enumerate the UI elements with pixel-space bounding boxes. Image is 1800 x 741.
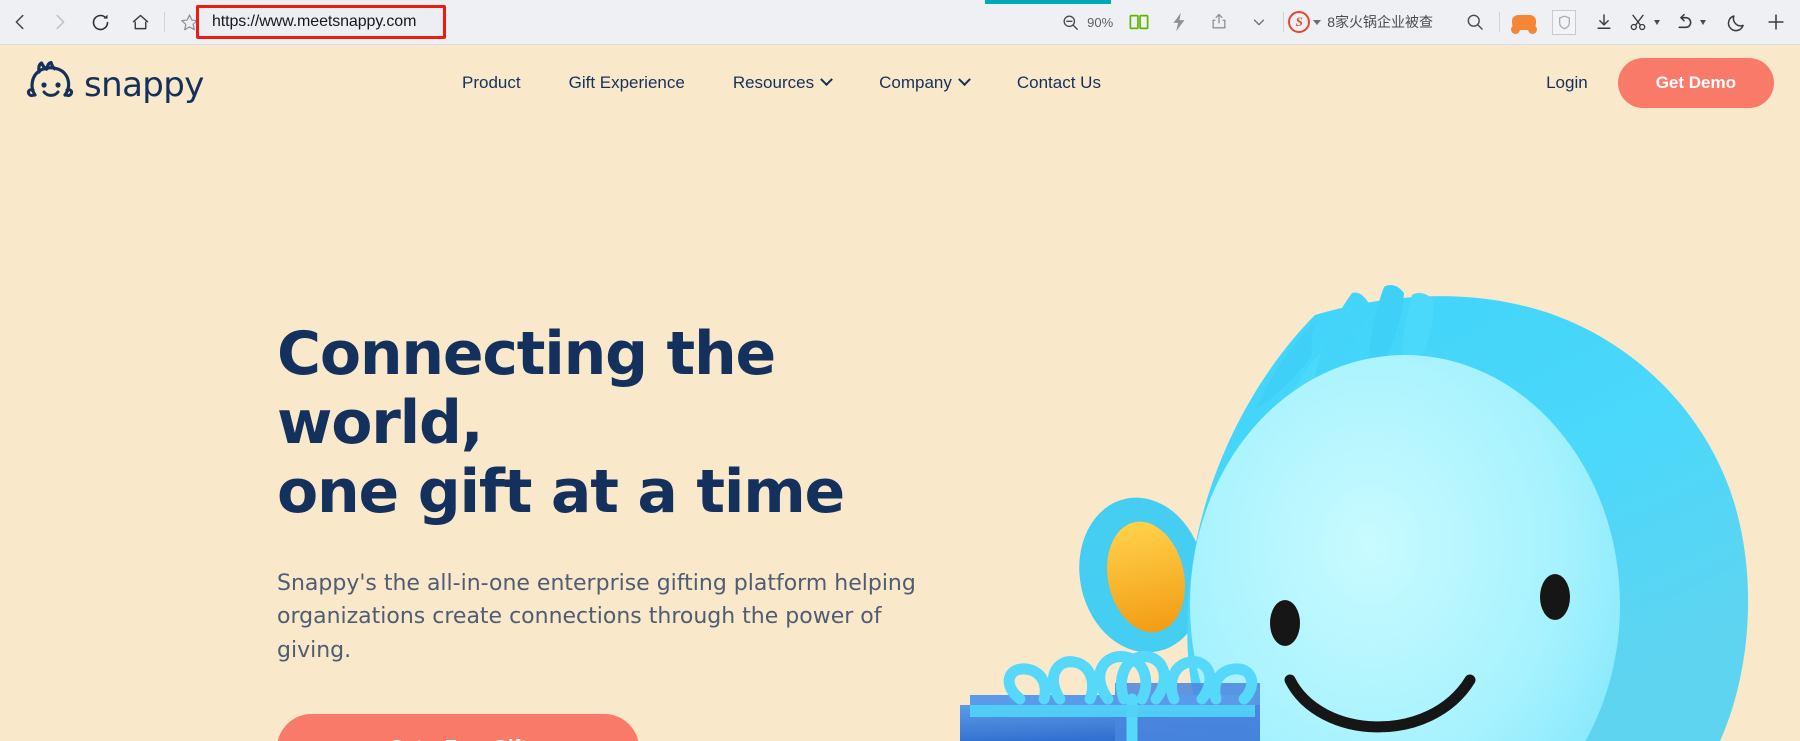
nav-link-gift-experience-label: Gift Experience (568, 72, 685, 92)
nav-link-company-label: Company (879, 72, 952, 92)
nav-link-product[interactable]: Product (462, 73, 521, 93)
undo-arrow-icon[interactable] (1670, 2, 1698, 42)
sogou-logo-icon: S (1288, 11, 1311, 33)
browser-navigation-buttons (0, 0, 209, 44)
hero-title-line-1: Connecting the world, (277, 319, 776, 458)
undo-dropdown-caret-icon[interactable] (1700, 19, 1706, 25)
scissors-icon[interactable] (1624, 2, 1652, 42)
home-icon[interactable] (120, 2, 160, 42)
site-navigation-bar: snappy Product Gift Experience Resources… (0, 45, 1800, 120)
get-a-free-gift-button[interactable]: Get a Free Gift (277, 714, 639, 741)
nav-link-resources-label: Resources (732, 72, 815, 92)
share-icon[interactable] (1199, 2, 1239, 42)
moon-night-mode-icon[interactable] (1716, 2, 1756, 42)
snappy-logo[interactable]: snappy (26, 60, 204, 108)
nav-link-resources[interactable]: Resources (732, 72, 833, 93)
zoom-control[interactable]: 90% (1057, 9, 1113, 35)
toolbar-divider-3 (1499, 12, 1500, 32)
news-headline-text[interactable]: 8家火锅企业被查 (1327, 12, 1433, 32)
reader-mode-book-icon[interactable] (1119, 2, 1159, 42)
hero-subtitle: Snappy's the all-in-one enterprise gifti… (277, 571, 916, 663)
snappy-wordmark: snappy (84, 64, 204, 105)
webpage-content: snappy Product Gift Experience Resources… (0, 45, 1800, 741)
gamepad-icon[interactable] (1504, 2, 1544, 42)
forward-arrow-icon (40, 2, 80, 42)
chevron-down-icon (957, 73, 971, 87)
address-bar-container[interactable]: https://www.meetsnappy.com (196, 5, 446, 39)
hero-copy-block: Connecting the world, one gift at a time… (277, 320, 977, 741)
sogou-dropdown-caret-icon[interactable] (1313, 19, 1322, 25)
snappy-monster-face-logo (26, 60, 76, 108)
address-bar[interactable]: https://www.meetsnappy.com (199, 8, 443, 36)
nav-link-contact-us[interactable]: Contact Us (1017, 73, 1101, 93)
hero-title-line-2: one gift at a time (277, 457, 845, 527)
download-icon[interactable] (1584, 2, 1624, 42)
lightning-bolt-icon[interactable] (1159, 2, 1199, 42)
nav-link-gift-experience[interactable]: Gift Experience (569, 73, 685, 93)
address-bar-url-text: https://www.meetsnappy.com (212, 13, 417, 30)
back-arrow-icon[interactable] (0, 2, 40, 42)
site-nav-actions: Login Get Demo (1546, 45, 1774, 120)
login-link[interactable]: Login (1546, 73, 1588, 93)
zoom-level-label: 90% (1087, 14, 1114, 30)
nav-link-company[interactable]: Company (879, 72, 971, 93)
screenshot-root: https://www.meetsnappy.com 90% S 8家火锅企业被… (0, 0, 1800, 741)
zoom-out-magnifier-icon[interactable] (1057, 9, 1083, 35)
site-nav-links: Product Gift Experience Resources Compan… (462, 45, 1101, 120)
search-icon[interactable] (1455, 2, 1495, 42)
reload-icon[interactable] (80, 2, 120, 42)
plus-add-icon[interactable] (1756, 2, 1796, 42)
toolbar-divider-2 (1283, 12, 1285, 32)
hero-title: Connecting the world, one gift at a time (277, 320, 977, 527)
get-demo-button[interactable]: Get Demo (1617, 57, 1774, 108)
nav-link-product-label: Product (462, 72, 521, 92)
snappy-mascot-with-gift-box (960, 275, 1800, 741)
sogou-news-widget[interactable]: S 8家火锅企业被查 (1288, 11, 1433, 33)
toolbar-divider (164, 12, 165, 32)
browser-toolbar-right-cluster: 90% S 8家火锅企业被查 (1057, 0, 1796, 44)
chevron-down-icon (820, 73, 833, 87)
nav-link-contact-us-label: Contact Us (1016, 72, 1101, 92)
browser-toolbar: https://www.meetsnappy.com 90% S 8家火锅企业被… (0, 0, 1800, 45)
scissors-dropdown-caret-icon[interactable] (1654, 19, 1660, 25)
shield-icon[interactable] (1544, 2, 1584, 42)
chevron-down-icon[interactable] (1239, 2, 1279, 42)
